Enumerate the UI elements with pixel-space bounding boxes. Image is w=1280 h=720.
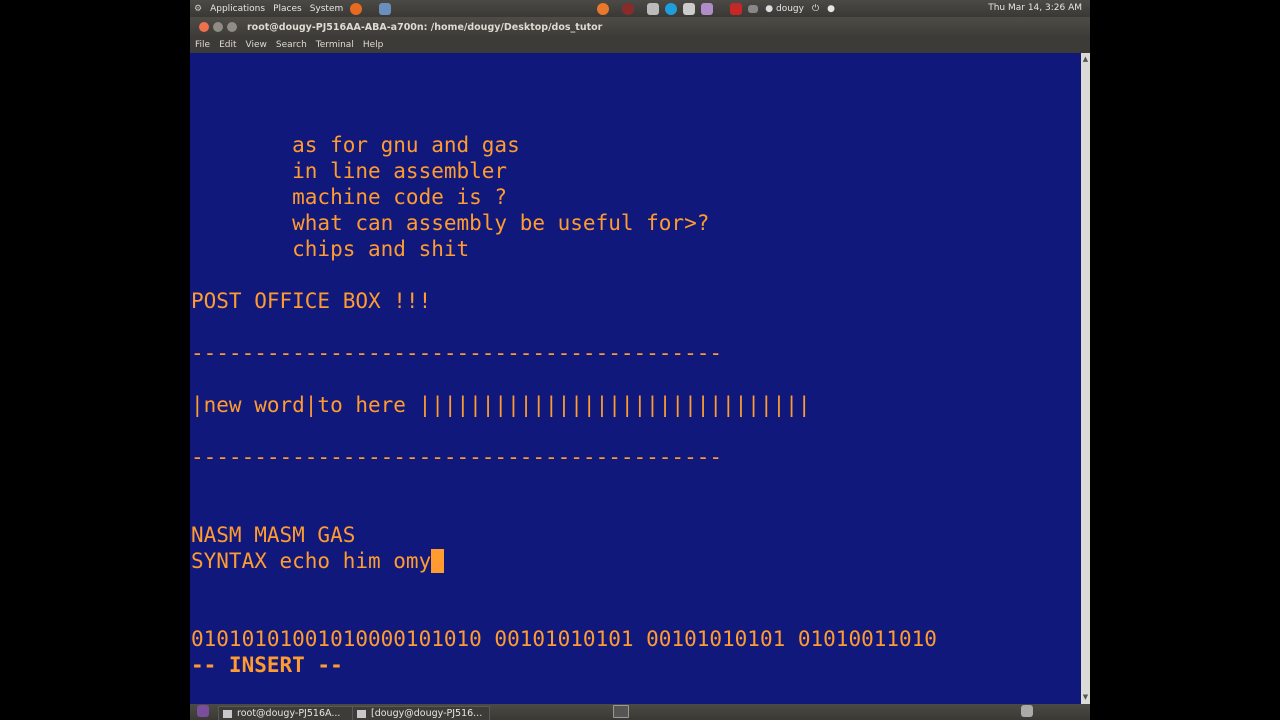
- taskbar-item-label: root@dougy-PJ516A...: [237, 708, 341, 719]
- clock[interactable]: Thu Mar 14, 3:26 AM: [988, 3, 1082, 13]
- graphics-icon[interactable]: [701, 2, 714, 15]
- user-name: dougy: [775, 3, 804, 14]
- taskbar-item-terminal-2[interactable]: [dougy@dougy-PJ516...: [352, 706, 490, 720]
- terminal-line: in line assembler: [191, 159, 508, 183]
- terminal-line: ----------------------------------------…: [191, 445, 723, 469]
- menu-view[interactable]: View: [246, 40, 267, 50]
- menu-edit[interactable]: Edit: [219, 40, 236, 50]
- terminal-area[interactable]: as for gnu and gas in line assembler mac…: [190, 53, 1081, 704]
- launcher-icon[interactable]: [379, 2, 392, 15]
- terminal-line-text: SYNTAX echo him omy: [191, 549, 432, 573]
- terminal-cursor-line: SYNTAX echo him omy: [191, 549, 445, 573]
- terminal-line: |new word|to here ||||||||||||||||||||||…: [191, 393, 811, 417]
- terminal-line: NASM MASM GAS: [191, 523, 356, 547]
- terminal-line: POST OFFICE BOX !!!: [191, 289, 432, 313]
- user-menu[interactable]: ● dougy: [761, 4, 808, 14]
- network-icon[interactable]: [683, 2, 696, 15]
- taskbar-item-terminal[interactable]: root@dougy-PJ516A...: [218, 706, 356, 720]
- blender-icon[interactable]: [597, 2, 610, 15]
- applications-menu[interactable]: Applications: [206, 4, 269, 14]
- menu-search[interactable]: Search: [276, 40, 307, 50]
- text-cursor: [431, 549, 445, 573]
- top-panel: ⚙ Applications Places System ● dougy ⏻ ●…: [190, 0, 1090, 17]
- taskbar-item-label: [dougy@dougy-PJ516...: [371, 708, 483, 719]
- power-icon[interactable]: ⏻: [808, 4, 823, 14]
- chat-icon[interactable]: ●: [823, 4, 839, 14]
- menu-help[interactable]: Help: [363, 40, 384, 50]
- close-window-button[interactable]: [199, 22, 209, 32]
- skype-icon[interactable]: [665, 2, 678, 15]
- trash-icon[interactable]: [1021, 705, 1033, 717]
- terminal-line: 01010101001010000101010 00101010101 0010…: [191, 627, 937, 651]
- places-menu[interactable]: Places: [269, 4, 306, 14]
- terminal-line: as for gnu and gas: [191, 133, 520, 157]
- scroll-up-arrow-icon[interactable]: ▲: [1082, 55, 1089, 63]
- ubuntu-logo-icon[interactable]: ⚙: [190, 4, 206, 14]
- vim-mode-indicator: -- INSERT --: [191, 653, 343, 677]
- firefox-icon[interactable]: [350, 2, 363, 15]
- desktop-screen: ⚙ Applications Places System ● dougy ⏻ ●…: [190, 0, 1090, 720]
- window-title: root@dougy-PJ516AA-ABA-a700n: /home/doug…: [247, 21, 603, 33]
- menu-file[interactable]: File: [195, 40, 210, 50]
- terminal-line: what can assembly be useful for>?: [191, 211, 710, 235]
- terminal-scrollbar[interactable]: ▲ ▼: [1081, 53, 1090, 704]
- bottom-panel: root@dougy-PJ516A... [dougy@dougy-PJ516.…: [190, 704, 1090, 720]
- terminal-line: chips and shit: [191, 237, 470, 261]
- screenshot-icon[interactable]: [647, 2, 660, 15]
- menu-terminal[interactable]: Terminal: [316, 40, 354, 50]
- filezilla-icon[interactable]: [730, 2, 743, 15]
- maximize-window-button[interactable]: [227, 22, 237, 32]
- volume-icon[interactable]: [748, 4, 759, 13]
- system-menu[interactable]: System: [306, 4, 348, 14]
- terminal-line: machine code is ?: [191, 185, 508, 209]
- terminal-icon: [357, 709, 366, 718]
- show-desktop-icon[interactable]: [197, 705, 209, 717]
- terminal-line: ----------------------------------------…: [191, 341, 723, 365]
- terminal-icon: [223, 709, 232, 718]
- terminal-menubar: File Edit View Search Terminal Help: [190, 37, 1090, 53]
- app-icon[interactable]: [622, 2, 635, 15]
- minimize-window-button[interactable]: [213, 22, 223, 32]
- terminal-launcher-icon[interactable]: [613, 705, 629, 718]
- window-titlebar[interactable]: root@dougy-PJ516AA-ABA-a700n: /home/doug…: [190, 17, 1090, 37]
- scroll-down-arrow-icon[interactable]: ▼: [1082, 693, 1089, 701]
